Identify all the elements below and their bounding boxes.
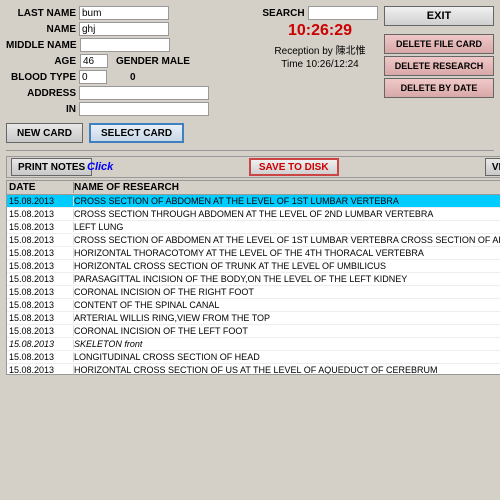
table-cell-research: HORIZONTAL CROSS SECTION OF US AT THE LE…: [74, 365, 500, 375]
right-buttons: EXIT DELETE FILE CARD DELETE RESEARCH DE…: [384, 6, 494, 118]
delete-research-button[interactable]: DELETE RESEARCH: [384, 56, 494, 76]
age-label: AGE: [6, 56, 76, 67]
table-row[interactable]: 15.08.2013CORONAL INCISION OF THE LEFT F…: [7, 325, 500, 338]
table-cell-date: 15.08.2013: [9, 248, 74, 258]
search-label: SEARCH: [262, 8, 304, 19]
delete-file-button[interactable]: DELETE FILE CARD: [384, 34, 494, 54]
table-cell-research: PARASAGITTAL INCISION OF THE BODY,ON THE…: [74, 274, 500, 284]
table-cell-research: CORONAL INCISION OF THE LEFT FOOT: [74, 326, 500, 336]
name-label: NAME: [6, 24, 76, 35]
print-notes-button[interactable]: PRINT NOTES: [11, 158, 92, 176]
delete-date-button[interactable]: DELETE BY DATE: [384, 78, 494, 98]
table-cell-date: 15.08.2013: [9, 326, 74, 336]
table-cell-research: CONTENT OF THE SPINAL CANAL: [74, 300, 500, 310]
in-input[interactable]: [79, 102, 209, 116]
table-body: 15.08.2013CROSS SECTION OF ABDOMEN AT TH…: [7, 195, 500, 375]
table-cell-research: CROSS SECTION OF ABDOMEN AT THE LEVEL OF…: [74, 235, 500, 245]
table-cell-date: 15.08.2013: [9, 339, 74, 349]
blood-type-label: BLOOD TYPE: [6, 72, 76, 83]
name-input[interactable]: [79, 22, 169, 36]
in-label: IN: [6, 104, 76, 115]
table-cell-date: 15.08.2013: [9, 313, 74, 323]
table-row[interactable]: 15.08.2013LEFT LUNG: [7, 221, 500, 234]
time-small: Time 10:26/12:24: [281, 59, 358, 70]
top-section: LAST NAME NAME MIDDLE NAME AGE GENDER MA…: [6, 6, 494, 118]
address-input[interactable]: [79, 86, 209, 100]
table-cell-research: CORONAL INCISION OF THE RIGHT FOOT: [74, 287, 500, 297]
click-label: Click: [87, 161, 113, 173]
search-input[interactable]: [308, 6, 378, 20]
table-cell-date: 15.08.2013: [9, 209, 74, 219]
toolbar-bar: PRINT NOTES Click SAVE TO DISK VIEW ANAL…: [6, 156, 500, 178]
col-date-header: DATE: [9, 182, 74, 193]
table-row[interactable]: 15.08.2013PARASAGITTAL INCISION OF THE B…: [7, 273, 500, 286]
blood-zero: 0: [130, 72, 136, 83]
table-row[interactable]: 15.08.2013ARTERIAL WILLIS RING,VIEW FROM…: [7, 312, 500, 325]
last-name-label: LAST NAME: [6, 8, 76, 19]
exit-button[interactable]: EXIT: [384, 6, 494, 26]
table-row[interactable]: 15.08.2013CROSS SECTION OF ABDOMEN AT TH…: [7, 195, 500, 208]
table-cell-research: CROSS SECTION THROUGH ABDOMEN AT THE LEV…: [74, 209, 500, 219]
table-cell-research: SKELETON front: [74, 339, 500, 349]
view-analysis-button[interactable]: VIEW ANALYSIS: [485, 158, 500, 176]
table-cell-research: CROSS SECTION OF ABDOMEN AT THE LEVEL OF…: [74, 196, 500, 206]
center-panel: SEARCH 10:26:29 Reception by 陳北惟 Time 10…: [260, 6, 380, 118]
table-row[interactable]: 15.08.2013CROSS SECTION OF ABDOMEN AT TH…: [7, 234, 500, 247]
table-cell-date: 15.08.2013: [9, 300, 74, 310]
table-cell-research: HORIZONTAL THORACOTOMY AT THE LEVEL OF T…: [74, 248, 500, 258]
save-disk-button[interactable]: SAVE TO DISK: [249, 158, 339, 176]
table-cell-date: 15.08.2013: [9, 235, 74, 245]
left-main: PRINT NOTES Click SAVE TO DISK VIEW ANAL…: [6, 156, 500, 375]
table-row[interactable]: 15.08.2013CONTENT OF THE SPINAL CANAL: [7, 299, 500, 312]
blood-type-input[interactable]: [79, 70, 107, 84]
table-row[interactable]: 15.08.2013HORIZONTAL CROSS SECTION OF TR…: [7, 260, 500, 273]
table-cell-research: HORIZONTAL CROSS SECTION OF TRUNK AT THE…: [74, 261, 500, 271]
table-cell-date: 15.08.2013: [9, 196, 74, 206]
new-card-button[interactable]: NEW CARD: [6, 123, 83, 143]
table-row[interactable]: 15.08.2013HORIZONTAL CROSS SECTION OF US…: [7, 364, 500, 375]
table-row[interactable]: 15.08.2013HORIZONTAL THORACOTOMY AT THE …: [7, 247, 500, 260]
table-row[interactable]: 15.08.2013CORONAL INCISION OF THE RIGHT …: [7, 286, 500, 299]
main-container: LAST NAME NAME MIDDLE NAME AGE GENDER MA…: [0, 0, 500, 500]
middle-name-input[interactable]: [80, 38, 170, 52]
middle-name-label: MIDDLE NAME: [6, 40, 77, 51]
separator-1: [6, 150, 494, 151]
gender-label: GENDER MALE: [116, 56, 190, 67]
middle-section: PRINT NOTES Click SAVE TO DISK VIEW ANAL…: [6, 156, 494, 375]
table-row[interactable]: 15.08.2013SKELETON front: [7, 338, 500, 351]
address-label: ADDRESS: [6, 88, 76, 99]
table-cell-date: 15.08.2013: [9, 365, 74, 375]
last-name-input[interactable]: [79, 6, 169, 20]
select-card-button[interactable]: SELECT CARD: [89, 123, 184, 143]
table-row[interactable]: 15.08.2013CROSS SECTION THROUGH ABDOMEN …: [7, 208, 500, 221]
col-research-header: NAME OF RESEARCH: [74, 182, 500, 193]
table-cell-date: 15.08.2013: [9, 287, 74, 297]
table-header: DATE NAME OF RESEARCH: [7, 181, 500, 195]
table-row[interactable]: 15.08.2013LONGITUDINAL CROSS SECTION OF …: [7, 351, 500, 364]
table-cell-date: 15.08.2013: [9, 261, 74, 271]
table-cell-research: LONGITUDINAL CROSS SECTION OF HEAD: [74, 352, 500, 362]
table-cell-research: LEFT LUNG: [74, 222, 500, 232]
table-cell-date: 15.08.2013: [9, 274, 74, 284]
left-form: LAST NAME NAME MIDDLE NAME AGE GENDER MA…: [6, 6, 256, 118]
time-display: 10:26:29: [288, 22, 352, 40]
table-cell-date: 15.08.2013: [9, 222, 74, 232]
table-cell-research: ARTERIAL WILLIS RING,VIEW FROM THE TOP: [74, 313, 500, 323]
research-table[interactable]: DATE NAME OF RESEARCH 15.08.2013CROSS SE…: [6, 180, 500, 375]
table-cell-date: 15.08.2013: [9, 352, 74, 362]
age-input[interactable]: [80, 54, 108, 68]
action-buttons-row: NEW CARD SELECT CARD: [6, 123, 494, 143]
reception-text: Reception by 陳北惟: [274, 42, 365, 57]
